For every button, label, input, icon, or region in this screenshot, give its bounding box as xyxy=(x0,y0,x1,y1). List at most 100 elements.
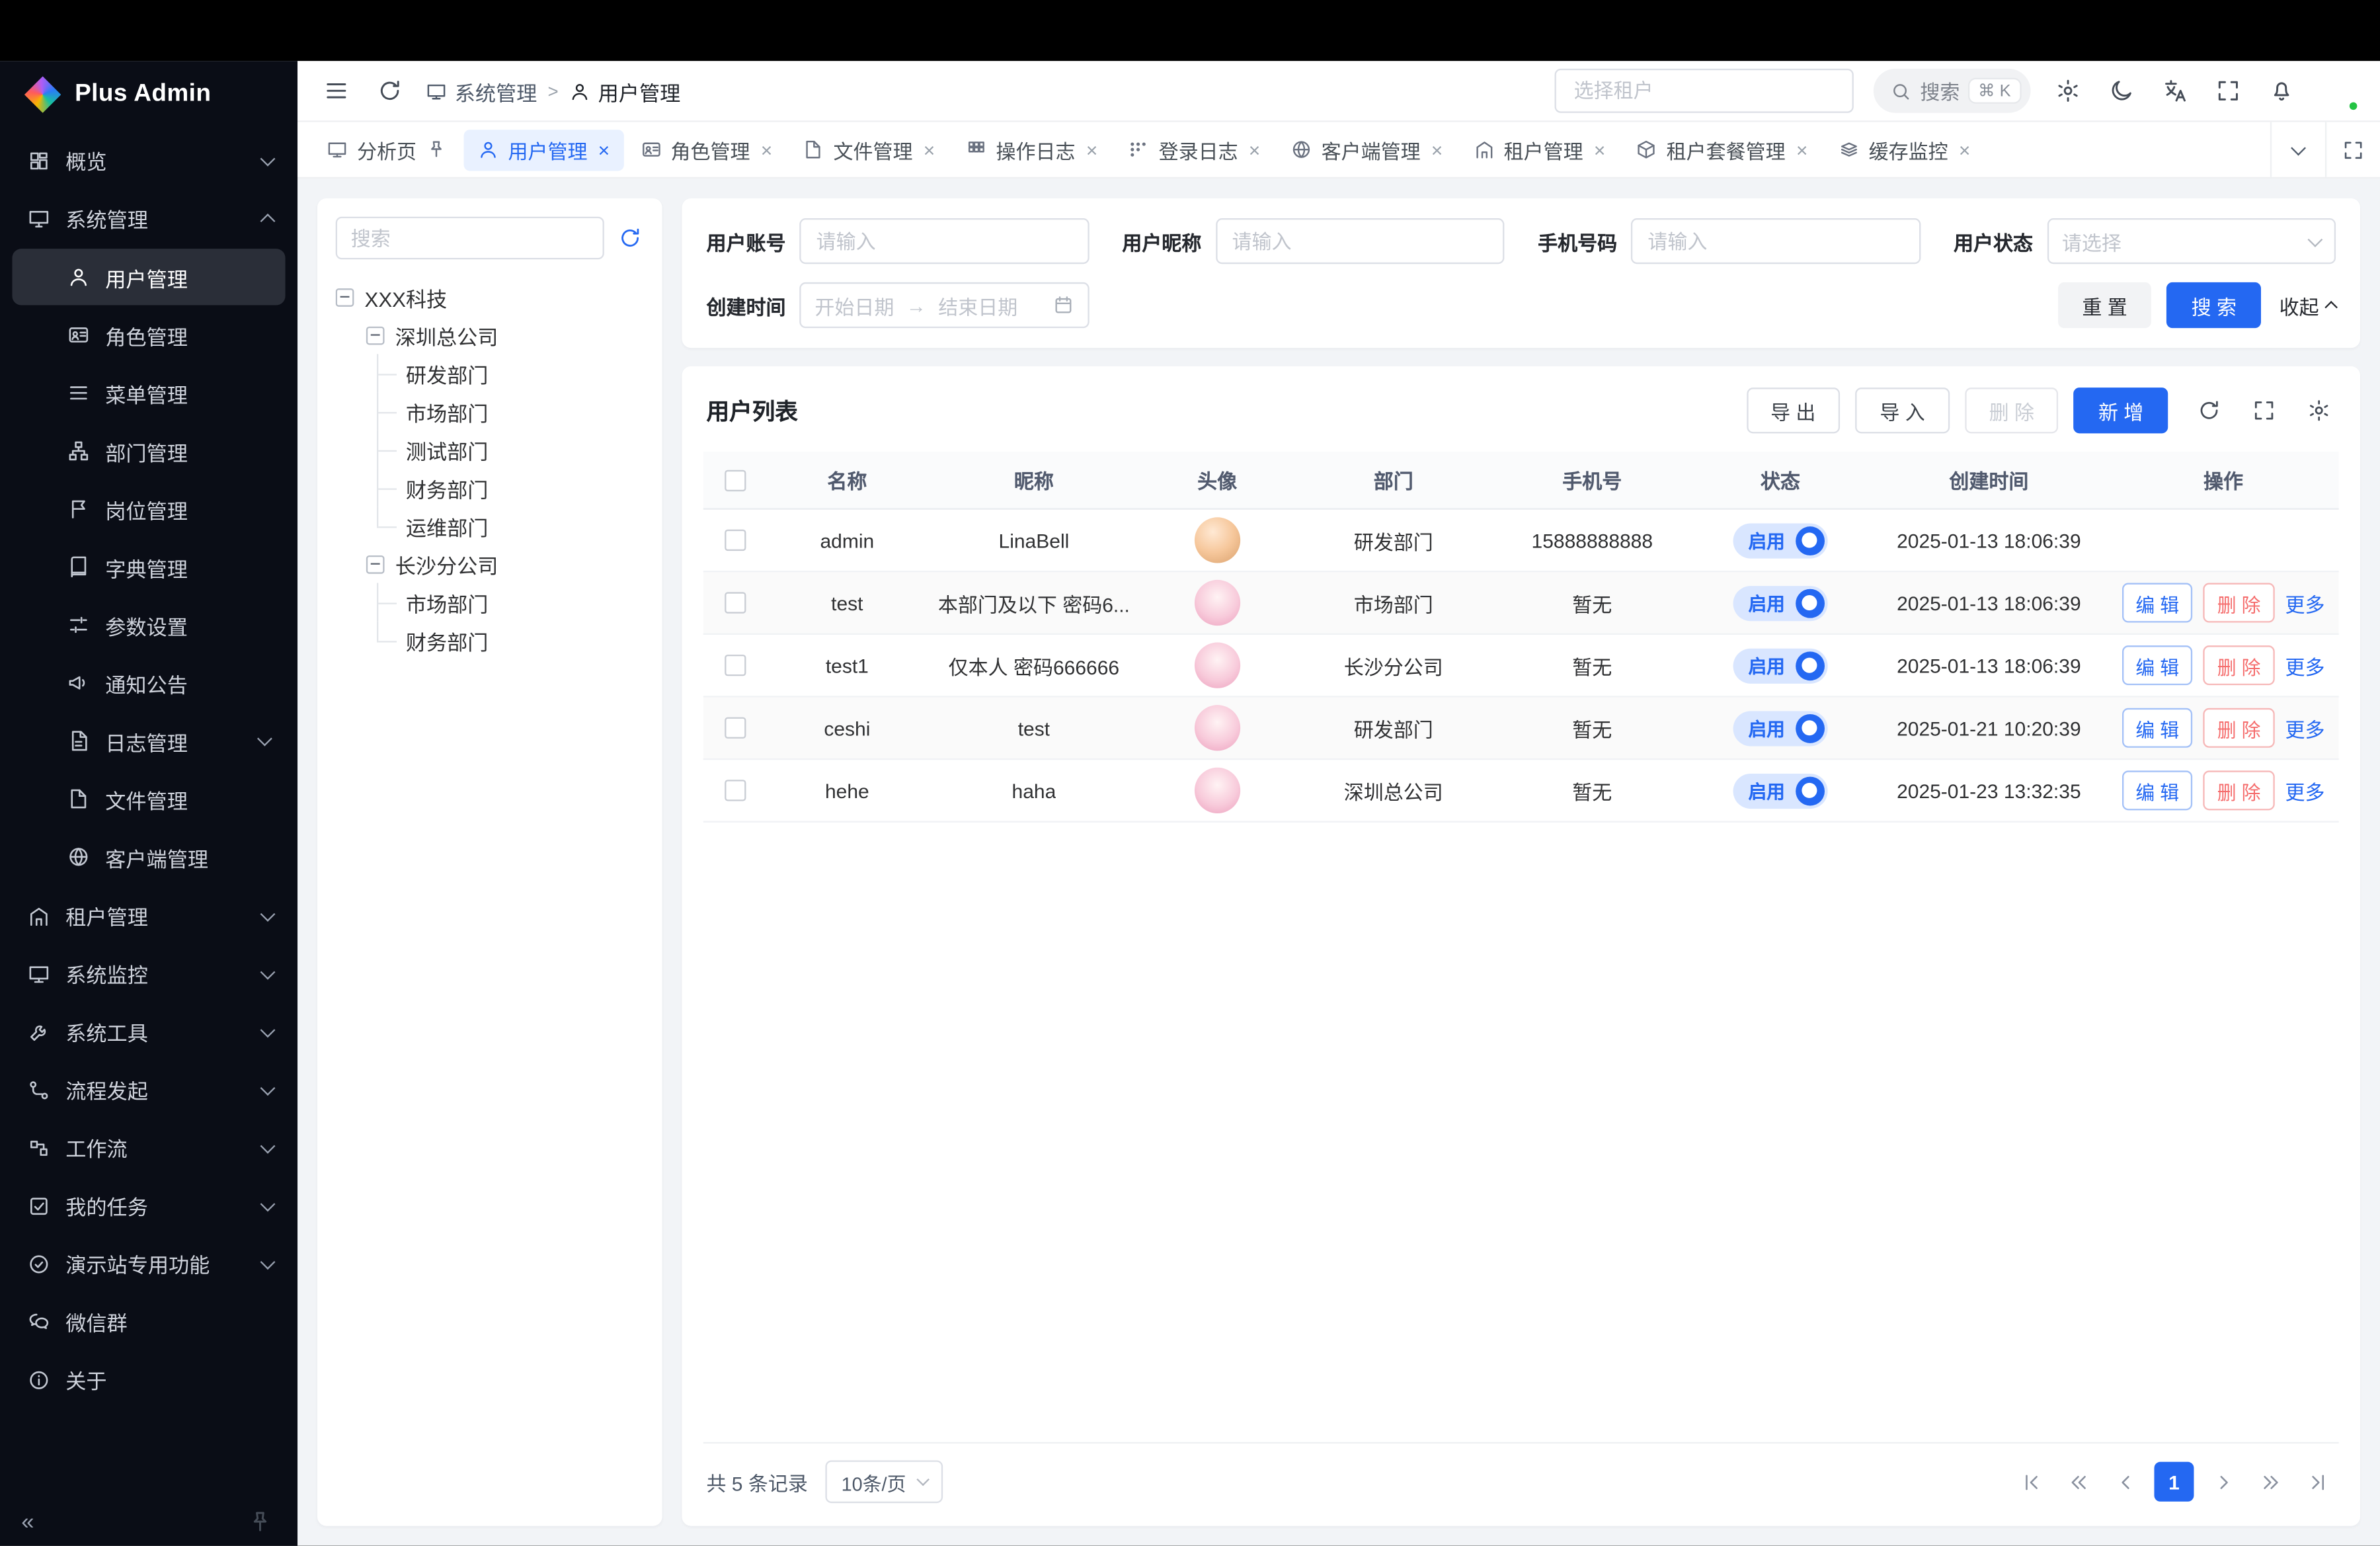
status-switch[interactable]: 启用 xyxy=(1733,710,1827,745)
tabs-dropdown-button[interactable] xyxy=(2270,122,2325,177)
tab-close-icon[interactable]: × xyxy=(1086,140,1098,159)
edit-button[interactable]: 编 辑 xyxy=(2122,583,2193,623)
sidebar-item-workflow[interactable]: 工作流 xyxy=(0,1119,298,1177)
sidebar-item-demo-features[interactable]: 演示站专用功能 xyxy=(0,1235,298,1293)
more-button[interactable]: 更多 xyxy=(2285,651,2324,680)
status-switch[interactable]: 启用 xyxy=(1733,585,1827,620)
language-toggle[interactable] xyxy=(2157,74,2191,108)
sidebar-item-param-settings[interactable]: 参数设置 xyxy=(12,596,285,653)
pagination-prev-button[interactable] xyxy=(2107,1463,2143,1500)
table-settings-button[interactable] xyxy=(2302,393,2336,427)
edit-button[interactable]: 编 辑 xyxy=(2122,645,2193,685)
reset-button[interactable]: 重 置 xyxy=(2057,282,2151,328)
pagination-prev-chunk-button[interactable] xyxy=(2059,1463,2096,1500)
sidebar-item-wechat-group[interactable]: 微信群 xyxy=(0,1293,298,1351)
status-switch[interactable]: 启用 xyxy=(1733,648,1827,683)
pagination-last-button[interactable] xyxy=(2299,1463,2336,1500)
row-checkbox[interactable] xyxy=(725,780,746,801)
sidebar-item-file-mgmt[interactable]: 文件管理 xyxy=(12,770,285,827)
breadcrumb-item-user[interactable]: 用户管理 xyxy=(569,75,680,106)
sidebar-item-tenant-mgmt[interactable]: 租户管理 xyxy=(0,887,298,945)
tenant-select[interactable] xyxy=(1554,69,1853,113)
tabs-fullscreen-button[interactable] xyxy=(2325,122,2380,177)
delete-button[interactable]: 删 除 xyxy=(2203,770,2274,810)
tree-node[interactable]: 运维部门 xyxy=(336,507,644,545)
sidebar-item-notice[interactable]: 通知公告 xyxy=(12,655,285,711)
tab-close-icon[interactable]: × xyxy=(924,140,935,159)
tab-close-icon[interactable]: × xyxy=(1959,140,1971,159)
global-search[interactable]: 搜索 ⌘ K xyxy=(1873,69,2031,113)
sidebar-item-post-mgmt[interactable]: 岗位管理 xyxy=(12,481,285,537)
select-all-checkbox[interactable] xyxy=(725,469,746,491)
tab-oplog[interactable]: 操作日志× xyxy=(952,129,1111,170)
account-input[interactable] xyxy=(799,218,1088,264)
settings-button[interactable] xyxy=(2051,74,2084,108)
tree-node[interactable]: 研发部门 xyxy=(336,354,644,392)
add-button[interactable]: 新 增 xyxy=(2074,387,2168,433)
edit-button[interactable]: 编 辑 xyxy=(2122,770,2193,810)
import-button[interactable]: 导 入 xyxy=(1855,387,1949,433)
tab-close-icon[interactable]: × xyxy=(1796,140,1808,159)
tree-search-input[interactable] xyxy=(336,217,604,260)
sidebar-item-my-tasks[interactable]: 我的任务 xyxy=(0,1176,298,1235)
sidebar-item-dict-mgmt[interactable]: 字典管理 xyxy=(12,539,285,595)
table-fullscreen-button[interactable] xyxy=(2247,393,2281,427)
tab-tenantpkg[interactable]: 租户套餐管理× xyxy=(1622,129,1821,170)
sidebar-item-log-mgmt[interactable]: 日志管理 xyxy=(12,713,285,769)
page-size-select[interactable]: 10条/页 xyxy=(826,1460,943,1503)
sidebar-item-sys-tools[interactable]: 系统工具 xyxy=(0,1002,298,1061)
tab-loginlog[interactable]: 登录日志× xyxy=(1115,129,1274,170)
status-switch[interactable]: 启用 xyxy=(1733,522,1827,557)
tree-expander-icon[interactable] xyxy=(366,555,385,573)
tab-cache[interactable]: 缓存监控× xyxy=(1825,129,1984,170)
row-checkbox[interactable] xyxy=(725,655,746,676)
more-button[interactable]: 更多 xyxy=(2285,713,2324,743)
sidebar-item-dept-mgmt[interactable]: 部门管理 xyxy=(12,423,285,479)
tree-node[interactable]: XXX科技 xyxy=(336,278,644,316)
delete-button[interactable]: 删 除 xyxy=(2203,708,2274,748)
collapse-filters-link[interactable]: 收起 xyxy=(2280,291,2336,320)
tab-close-icon[interactable]: × xyxy=(1431,140,1443,159)
sidebar-item-menu-mgmt[interactable]: 菜单管理 xyxy=(12,365,285,421)
tree-expander-icon[interactable] xyxy=(336,288,354,306)
tree-expander-icon[interactable] xyxy=(366,326,385,345)
status-select[interactable]: 请选择 xyxy=(2047,218,2336,264)
sidebar-item-client-mgmt[interactable]: 客户端管理 xyxy=(12,829,285,885)
edit-button[interactable]: 编 辑 xyxy=(2122,708,2193,748)
user-menu[interactable] xyxy=(2317,70,2358,111)
tab-analysis[interactable]: 分析页 xyxy=(313,129,461,170)
tab-close-icon[interactable]: × xyxy=(1594,140,1606,159)
tab-user[interactable]: 用户管理× xyxy=(464,129,623,170)
more-button[interactable]: 更多 xyxy=(2285,589,2324,618)
notifications-button[interactable] xyxy=(2264,74,2298,108)
tab-close-icon[interactable]: × xyxy=(761,140,773,159)
fullscreen-button[interactable] xyxy=(2211,74,2244,108)
sidebar-item-user-mgmt[interactable]: 用户管理 xyxy=(12,249,285,305)
refresh-page-button[interactable] xyxy=(372,74,406,108)
tree-node[interactable]: 长沙分公司 xyxy=(336,545,644,583)
tree-node[interactable]: 深圳总公司 xyxy=(336,316,644,354)
sidebar-collapse-button[interactable]: « xyxy=(21,1508,32,1534)
row-checkbox[interactable] xyxy=(725,592,746,613)
tree-node[interactable]: 财务部门 xyxy=(336,621,644,659)
sidebar-item-flow-start[interactable]: 流程发起 xyxy=(0,1061,298,1119)
row-checkbox[interactable] xyxy=(725,530,746,551)
pagination-next-chunk-button[interactable] xyxy=(2252,1463,2288,1500)
tree-refresh-button[interactable] xyxy=(616,224,644,252)
sidebar-item-overview[interactable]: 概览 xyxy=(0,131,298,189)
tab-client[interactable]: 客户端管理× xyxy=(1277,129,1456,170)
tree-node[interactable]: 财务部门 xyxy=(336,468,644,507)
delete-selected-button[interactable]: 删 除 xyxy=(1965,387,2059,433)
breadcrumb-item-system[interactable]: 系统管理 xyxy=(426,75,537,106)
pagination-first-button[interactable] xyxy=(2012,1463,2049,1500)
export-button[interactable]: 导 出 xyxy=(1746,387,1840,433)
dark-mode-toggle[interactable] xyxy=(2104,74,2137,108)
sidebar-item-sys-monitor[interactable]: 系统监控 xyxy=(0,944,298,1002)
sidebar-pin-button[interactable] xyxy=(243,1504,276,1538)
tenant-select-input[interactable] xyxy=(1571,78,1837,104)
nickname-input[interactable] xyxy=(1215,218,1504,264)
delete-button[interactable]: 删 除 xyxy=(2203,583,2274,623)
sidebar-item-about[interactable]: 关于 xyxy=(0,1350,298,1408)
tab-close-icon[interactable]: × xyxy=(598,140,610,159)
row-checkbox[interactable] xyxy=(725,717,746,739)
